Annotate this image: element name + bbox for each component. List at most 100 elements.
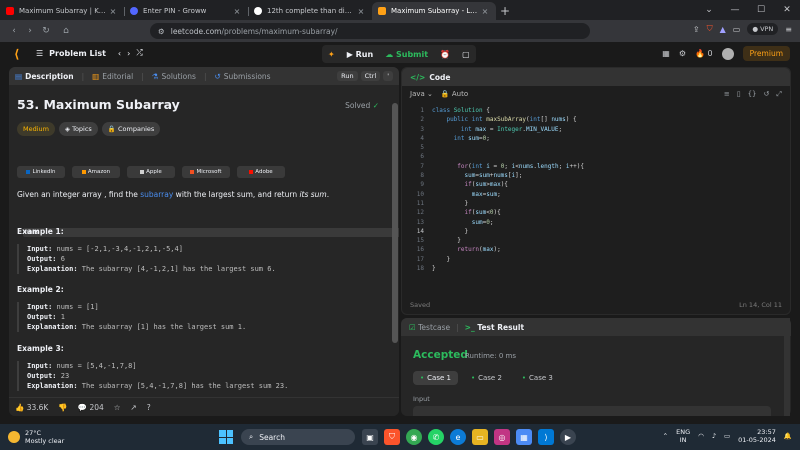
close-tab-icon[interactable]: × [480,7,490,16]
case-tab[interactable]: • Case 1 [413,371,458,385]
system-clock[interactable]: 23:57 01-05-2024 [738,428,776,444]
company-tag[interactable]: Apple [127,166,175,178]
notification-icon[interactable]: 🔔 [784,432,792,440]
tray-expand-icon[interactable]: ⌃ [663,432,668,440]
layout-icon[interactable]: ▦ [662,49,670,58]
example-title: Example 2: [17,285,64,294]
media-player-icon[interactable]: ▶ [560,429,576,445]
subarray-link[interactable]: subarray [140,190,173,199]
company-tag[interactable]: Adobe [237,166,285,178]
fullscreen-icon[interactable]: ⤢ [776,90,782,99]
minimize-icon[interactable]: — [722,5,748,15]
tab-solutions[interactable]: ⚗ Solutions [152,72,196,81]
prev-problem-icon[interactable]: ‹ [118,49,121,58]
language-indicator[interactable]: ENG IN [676,428,690,444]
tab-label: Submissions [223,71,271,81]
timer-icon[interactable]: ⏰ [434,45,456,63]
avatar[interactable] [721,47,734,60]
back-icon[interactable]: ‹ [6,26,22,36]
notes-icon[interactable]: ▢ [456,45,476,63]
autocomplete-toggle[interactable]: 🔒 Auto [441,90,468,98]
tab-description[interactable]: ▤ Description [15,72,74,81]
company-name: LinkedIn [32,169,56,175]
windows-start-icon[interactable] [219,430,233,444]
comments-button[interactable]: 💬 204 [78,403,104,412]
taskbar-search[interactable]: ⌕ Search [241,429,355,445]
bookmark-icon[interactable]: ▯ [737,90,741,99]
company-tag[interactable]: Amazon [72,166,120,178]
next-problem-icon[interactable]: › [127,49,130,58]
wifi-icon[interactable]: ◠ [698,432,704,440]
company-tag[interactable]: Microsoft [182,166,230,178]
vpn-button[interactable]: ● VPN [747,23,779,35]
browser-tab-3[interactable]: 12th complete than diploma than yo × [248,2,372,20]
calendar-icon[interactable]: ▦ [516,429,532,445]
browser-tab-2[interactable]: Enter PIN - Groww × [124,2,248,20]
language-code: ENG [676,428,691,436]
test-panel-scrollbar[interactable] [784,318,790,416]
tab-testcase[interactable]: ☑ Testcase [409,323,450,332]
submit-button[interactable]: ☁ Submit [379,45,434,63]
debug-icon[interactable]: ✦ [322,45,341,63]
menu-icon[interactable]: ≡ [785,25,792,34]
run-button[interactable]: ▶ Run [341,45,380,63]
chrome-icon[interactable]: ◉ [406,429,422,445]
close-tab-icon[interactable]: × [232,7,242,16]
folder-icon[interactable]: ▭ [472,429,488,445]
close-tab-icon[interactable]: × [108,7,118,16]
browser-tab-4[interactable]: Maximum Subarray - LeetCode × [372,2,496,20]
battery-icon[interactable]: ▭ [724,432,730,440]
new-tab-icon[interactable]: + [496,2,514,20]
help-icon[interactable]: ? [147,403,151,412]
like-count: 33.6K [26,402,49,412]
vscode-icon[interactable]: ⟩ [538,429,554,445]
tab-test-result[interactable]: >_ Test Result [465,323,524,332]
search-label: Search [259,432,285,442]
share-icon[interactable]: ⇪ [693,25,700,34]
url-field[interactable]: ⚙ leetcode.com/problems/maximum-subarray… [150,23,590,39]
leetcode-logo-icon[interactable]: ⟨ [14,47,26,61]
close-tab-icon[interactable]: × [356,7,366,16]
site-info-icon[interactable]: ⚙ [158,27,165,36]
home-icon[interactable]: ⌂ [58,26,74,36]
volume-icon[interactable]: ♪ [712,432,716,440]
favorite-star-icon[interactable]: ☆ [114,403,121,412]
code-editor[interactable]: 1 class Solution { 2 public int maxSubArr… [408,106,788,273]
weather-widget[interactable]: 27°C Mostly clear [8,429,64,445]
problem-list-link[interactable]: Problem List [49,49,106,58]
companies-chip[interactable]: 🔒 Companies [101,122,161,136]
whatsapp-icon[interactable]: ✆ [428,429,444,445]
premium-button[interactable]: Premium [742,46,790,61]
dislike-button[interactable]: 👎 [58,403,67,412]
tab-submissions[interactable]: ↺ Submissions [214,72,270,81]
reset-icon[interactable]: ↺ [764,90,770,99]
streak-counter[interactable]: 🔥 0 [695,49,713,58]
maximize-icon[interactable]: ☐ [748,5,774,15]
share-link-icon[interactable]: ↗ [131,403,137,412]
file-explorer-icon[interactable]: ▣ [362,429,378,445]
tab-title: 12th complete than diploma than yo [267,7,356,15]
reload-icon[interactable]: ↻ [38,26,54,36]
description-scrollbar[interactable] [392,103,398,343]
like-button[interactable]: 👍 33.6K [15,403,48,412]
sidebar-icon[interactable]: ▭ [733,25,741,34]
topics-chip[interactable]: ◈ Topics [59,122,98,136]
edge-icon[interactable]: e [450,429,466,445]
close-window-icon[interactable]: ✕ [774,5,800,15]
case-tab[interactable]: • Case 2 [464,371,509,385]
format-icon[interactable]: ≡ [724,90,730,99]
language-select[interactable]: Java ⌄ [410,90,433,98]
company-tag[interactable]: LinkedIn [17,166,65,178]
settings-icon[interactable]: ⚙ [679,49,686,58]
braces-icon[interactable]: {} [748,90,757,99]
brave-shield-icon[interactable]: ⛉ [707,24,713,34]
brave-browser-icon[interactable]: ⛉ [384,429,400,445]
tab-search-icon[interactable]: ⌄ [696,5,722,15]
brave-rewards-icon[interactable]: ▲ [720,25,726,34]
instagram-icon[interactable]: ◎ [494,429,510,445]
forward-icon[interactable]: › [22,26,38,36]
browser-tab-1[interactable]: Maximum Subarray | Kadane's Algo × [0,2,124,20]
case-tab[interactable]: • Case 3 [515,371,560,385]
tab-editorial[interactable]: ▥ Editorial [92,72,133,81]
shuffle-icon[interactable]: ⤮ [136,48,142,58]
